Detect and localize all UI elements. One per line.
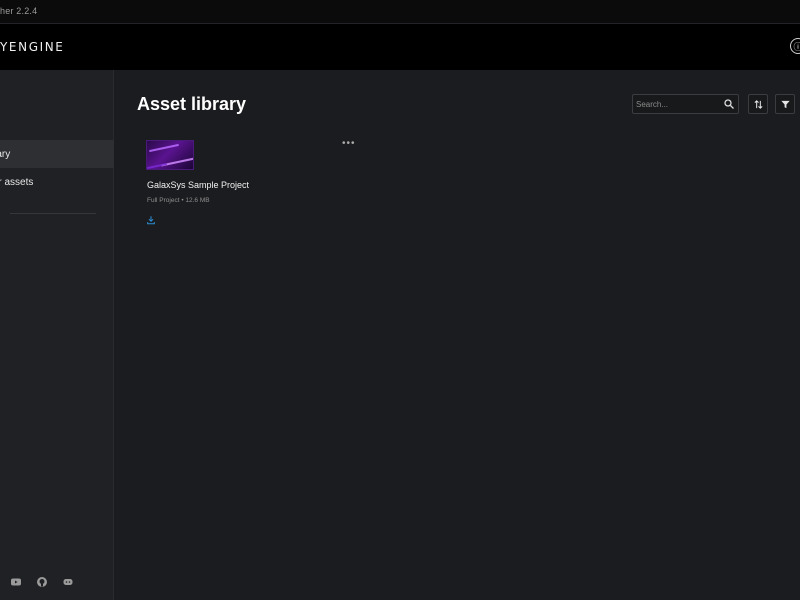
sidebar-item-label: rary — [0, 148, 11, 160]
sidebar-item-label: tor assets — [0, 176, 34, 188]
thumbnail-streak — [149, 143, 179, 153]
search-input[interactable] — [636, 97, 720, 111]
asset-meta: Full Project • 12.6 MB — [147, 197, 210, 204]
app-header: YENGINE ⓘ — [0, 24, 800, 70]
social-links — [10, 576, 74, 588]
page-title: Asset library — [137, 94, 247, 114]
main-content: Asset library ••• GalaxSys Sample Projec… — [114, 70, 800, 600]
sidebar: rary tor assets — [0, 70, 114, 600]
brand-logo: YENGINE — [0, 40, 65, 54]
account-button[interactable]: ⓘ — [790, 38, 800, 54]
more-options-button[interactable]: ••• — [342, 138, 356, 149]
asset-thumbnail[interactable] — [146, 140, 194, 170]
github-link[interactable] — [36, 576, 48, 588]
discord-link[interactable] — [62, 576, 74, 588]
download-icon — [147, 216, 155, 225]
search-box — [632, 94, 739, 114]
youtube-link[interactable] — [10, 576, 22, 588]
window-title: her 2.2.4 — [0, 6, 38, 16]
sidebar-item-creator-assets[interactable]: tor assets — [0, 168, 114, 196]
asset-title: GalaxSys Sample Project — [147, 180, 250, 190]
github-icon — [37, 577, 47, 587]
asset-card[interactable]: ••• GalaxSys Sample Project Full Project… — [146, 138, 356, 230]
discord-icon — [63, 579, 73, 585]
filter-button[interactable] — [775, 94, 795, 114]
search-icon[interactable] — [723, 98, 735, 110]
sidebar-divider — [10, 213, 96, 214]
title-bar: her 2.2.4 — [0, 0, 800, 24]
sidebar-item-library[interactable]: rary — [0, 140, 114, 168]
sort-button[interactable] — [748, 94, 768, 114]
youtube-icon — [11, 578, 21, 586]
filter-icon — [780, 100, 790, 108]
sort-icon — [753, 99, 763, 109]
info-icon: ⓘ — [793, 41, 800, 52]
download-button[interactable] — [146, 212, 158, 225]
